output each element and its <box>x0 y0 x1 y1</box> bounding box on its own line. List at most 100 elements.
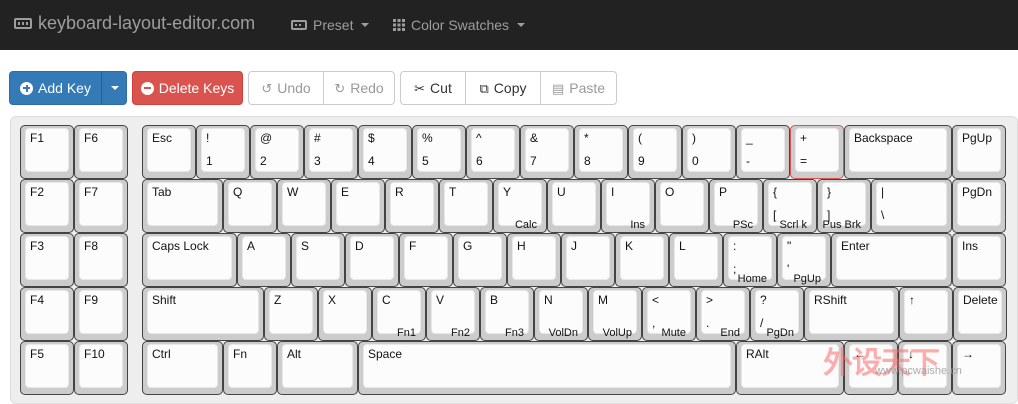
key-ctrl[interactable]: Ctrl <box>142 341 223 395</box>
key-l[interactable]: L <box>669 233 723 287</box>
key-t[interactable]: T <box>439 179 493 233</box>
watermark-url: www.pcwaishe.cn <box>875 365 962 377</box>
key-f3[interactable]: F3 <box>20 233 74 287</box>
key-symbol[interactable]: }] Pus Brk <box>817 179 871 233</box>
key-symbol[interactable]: % 5 <box>412 125 466 179</box>
key-w[interactable]: W <box>277 179 331 233</box>
key-m[interactable]: M VolUp <box>588 287 642 341</box>
key-legend-tl: < <box>652 293 660 307</box>
delete-keys-label: Delete Keys <box>158 80 235 96</box>
key-symbol[interactable]: * 8 <box>574 125 628 179</box>
key-tab[interactable]: Tab <box>142 179 223 233</box>
key-f7[interactable]: F7 <box>74 179 128 233</box>
key-f8[interactable]: F8 <box>74 233 128 287</box>
delete-keys-button[interactable]: Delete Keys <box>132 71 243 105</box>
key-a[interactable]: A <box>237 233 291 287</box>
key-u[interactable]: U <box>547 179 601 233</box>
key-i[interactable]: I Ins <box>601 179 655 233</box>
key-legend-tl: % <box>422 131 433 145</box>
key-f4[interactable]: F4 <box>20 287 74 341</box>
key-symbol[interactable]: ↑ <box>899 287 953 341</box>
key-rshift[interactable]: RShift <box>804 287 899 341</box>
key-j[interactable]: J <box>561 233 615 287</box>
key-esc[interactable]: Esc <box>142 125 196 179</box>
key-symbol[interactable]: >. End <box>696 287 750 341</box>
key-v[interactable]: V Fn2 <box>426 287 480 341</box>
key-symbol[interactable]: ! 1 <box>196 125 250 179</box>
key-e[interactable]: E <box>331 179 385 233</box>
add-key-button[interactable]: Add Key <box>9 71 102 105</box>
key-symbol[interactable]: ) 0 <box>682 125 736 179</box>
key-s[interactable]: S <box>291 233 345 287</box>
key-alt[interactable]: Alt <box>277 341 358 395</box>
paste-icon: ▤ <box>551 80 565 96</box>
key-symbol[interactable]: ? / PgDn <box>750 287 804 341</box>
key-y[interactable]: Y Calc <box>493 179 547 233</box>
key-f[interactable]: F <box>399 233 453 287</box>
key-space[interactable]: Space <box>358 341 736 395</box>
key-symbol[interactable]: ^ 6 <box>466 125 520 179</box>
key-symbol[interactable]: @2 <box>250 125 304 179</box>
key-enter[interactable]: Enter <box>831 233 952 287</box>
key-f1[interactable]: F1 <box>20 125 74 179</box>
key-symbol[interactable]: :; Home <box>723 233 777 287</box>
key-d[interactable]: D <box>345 233 399 287</box>
redo-button[interactable]: ↻ Redo <box>323 71 395 105</box>
navbar: keyboard-layout-editor.com Preset Color … <box>0 0 1018 50</box>
cut-button[interactable]: ✂ Cut <box>400 71 466 105</box>
chevron-down-icon <box>111 86 119 90</box>
key-legend-bl: 9 <box>638 154 645 168</box>
key-symbol[interactable]: + = <box>790 125 844 179</box>
key-shift[interactable]: Shift <box>142 287 264 341</box>
key-n[interactable]: N VolDn <box>534 287 588 341</box>
brand-link[interactable]: keyboard-layout-editor.com <box>14 13 255 34</box>
paste-button[interactable]: ▤ Paste <box>540 71 617 105</box>
key-r[interactable]: R <box>385 179 439 233</box>
key-symbol[interactable]: <, Mute <box>642 287 696 341</box>
key-symbol[interactable]: " ' PgUp <box>777 233 831 287</box>
key-symbol[interactable]: & 7 <box>520 125 574 179</box>
key-legend-tl: F <box>409 239 417 253</box>
key-x[interactable]: X <box>318 287 372 341</box>
key-k[interactable]: K <box>615 233 669 287</box>
key-o[interactable]: O <box>655 179 709 233</box>
preset-menu[interactable]: Preset <box>291 17 370 33</box>
key-symbol[interactable]: $4 <box>358 125 412 179</box>
key-f2[interactable]: F2 <box>20 179 74 233</box>
key-legend-tl: F1 <box>30 131 45 145</box>
key-p[interactable]: P PSc <box>709 179 763 233</box>
key-symbol[interactable]: | \ <box>871 179 952 233</box>
key-ins[interactable]: Ins <box>952 233 1006 287</box>
color-swatches-menu[interactable]: Color Swatches <box>393 17 526 33</box>
undo-button[interactable]: ↺ Undo <box>248 71 324 105</box>
key-z[interactable]: Z <box>264 287 318 341</box>
key-legend-tl: → <box>962 347 974 361</box>
key-g[interactable]: G <box>453 233 507 287</box>
key-caps-lock[interactable]: Caps Lock <box>142 233 237 287</box>
key-legend-br: PgUp <box>793 273 821 285</box>
key-f10[interactable]: F10 <box>74 341 128 395</box>
key-symbol[interactable]: #3 <box>304 125 358 179</box>
key-symbol[interactable]: _ - <box>736 125 790 179</box>
key-symbol[interactable]: {[Scrl k <box>763 179 817 233</box>
key-legend-tl: D <box>355 239 364 253</box>
key-b[interactable]: B Fn3 <box>480 287 534 341</box>
key-backspace[interactable]: Backspace <box>844 125 952 179</box>
key-symbol[interactable]: (9 <box>628 125 682 179</box>
key-q[interactable]: Q <box>223 179 277 233</box>
key-legend-bl: ' <box>787 262 790 276</box>
add-key-dropdown-button[interactable] <box>101 71 127 105</box>
copy-button[interactable]: ⧉ Copy <box>465 71 541 105</box>
key-legend-br: Mute <box>661 327 686 339</box>
key-legend-bl: 1 <box>206 154 213 168</box>
key-pgup[interactable]: PgUp <box>952 125 1006 179</box>
key-c[interactable]: C Fn1 <box>372 287 426 341</box>
key-h[interactable]: H <box>507 233 561 287</box>
key-f9[interactable]: F9 <box>74 287 128 341</box>
key-fn[interactable]: Fn <box>223 341 277 395</box>
key-f6[interactable]: F6 <box>74 125 128 179</box>
key-f5[interactable]: F5 <box>20 341 74 395</box>
key-delete[interactable]: Delete <box>953 287 1007 341</box>
key-pgdn[interactable]: PgDn <box>952 179 1006 233</box>
key-legend-tl: G <box>463 239 473 253</box>
